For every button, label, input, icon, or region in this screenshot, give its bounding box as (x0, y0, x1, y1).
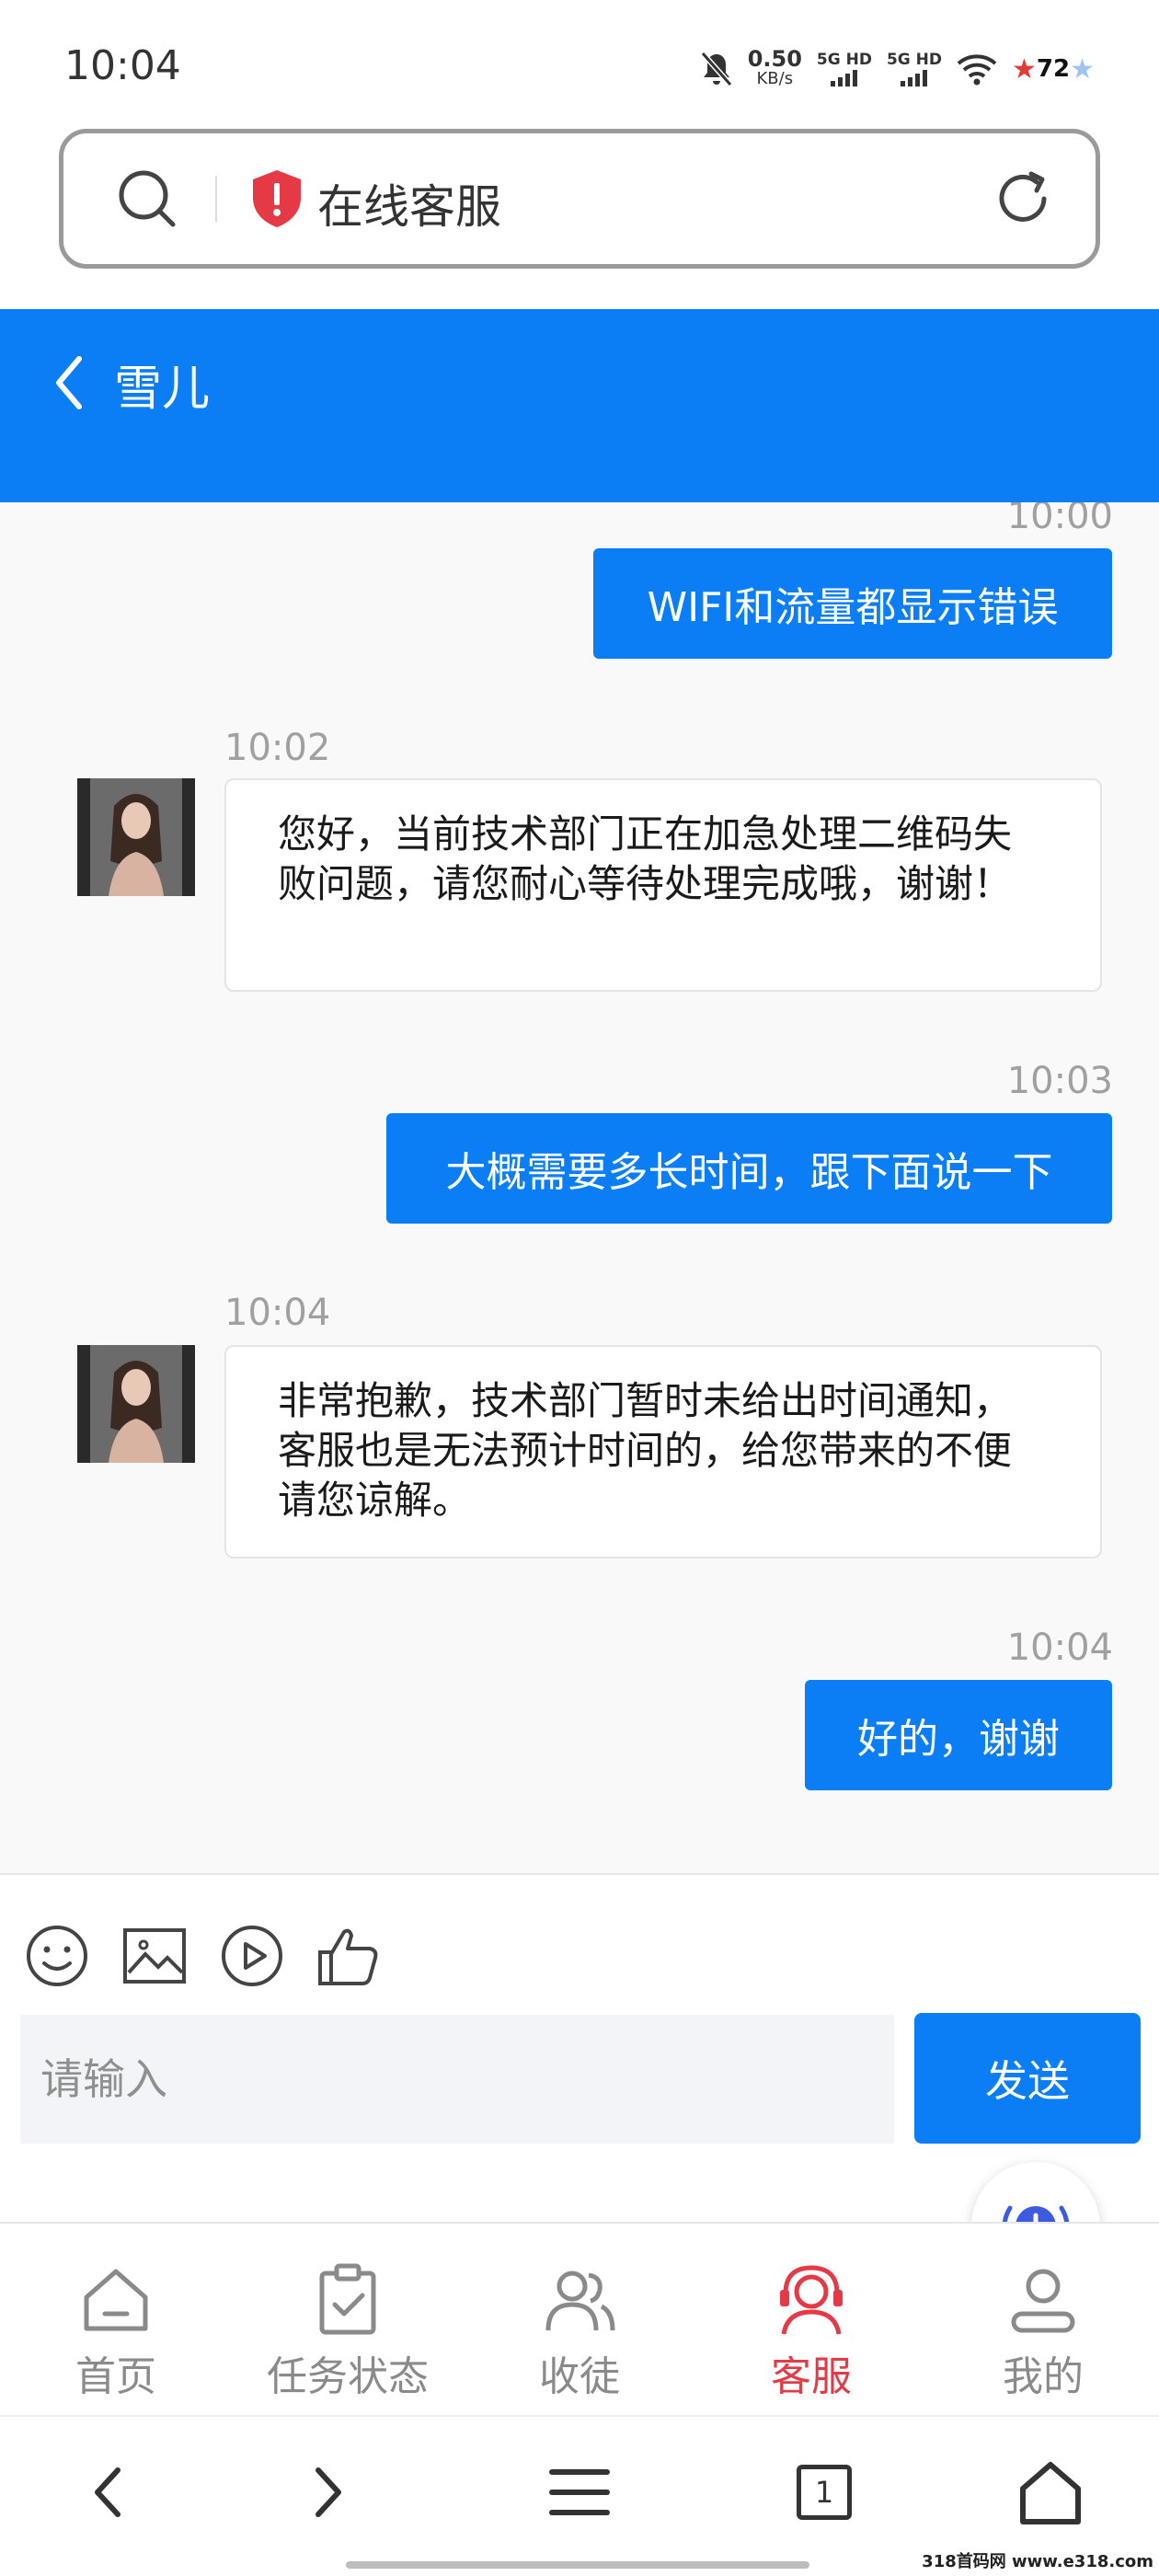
bottom-nav: 首页 任务状态 收徒 客服 我的 (0, 2222, 1159, 2415)
status-time: 10:04 (64, 42, 181, 89)
refresh-icon[interactable] (991, 167, 1055, 231)
speed-unit: KB/s (756, 69, 794, 88)
outgoing-message[interactable]: 大概需要多长时间，跟下面说一下 (386, 1113, 1112, 1224)
sim1-label: 5G HD (816, 51, 872, 69)
message-timestamp: 10:03 (1006, 1060, 1113, 1102)
nav-label: 首页 (75, 2353, 156, 2400)
battery-level: 72 (1036, 55, 1071, 83)
forward-icon[interactable] (293, 2457, 362, 2527)
sim1-signal: 5G HD (817, 52, 872, 86)
watermark: 318首码网 www.e318.com (922, 2552, 1153, 2571)
send-button[interactable]: 发送 (914, 2013, 1141, 2144)
nav-item-me[interactable]: 我的 (927, 2224, 1159, 2417)
sim2-label: 5G HD (886, 51, 942, 69)
agent-avatar[interactable] (77, 1345, 195, 1463)
tabs-button[interactable]: 1 (797, 2465, 852, 2520)
image-icon[interactable] (121, 1923, 188, 1989)
status-bar: 10:04 0.50 KB/s 5G HD 5G HD ★ 72 ★ (0, 0, 1159, 129)
message-timestamp: 10:02 (224, 727, 331, 769)
composer: 发送 (0, 1877, 1159, 2222)
incoming-message[interactable]: 您好，当前技术部门正在加急处理二维码失败问题，请您耐心等待处理完成哦，谢谢！ (224, 778, 1102, 992)
video-icon[interactable] (219, 1923, 285, 1989)
menu-icon[interactable] (545, 2457, 614, 2527)
wifi-icon (957, 54, 997, 86)
agent-avatar[interactable] (77, 778, 195, 896)
status-icons: 0.50 KB/s 5G HD 5G HD ★ 72 ★ (700, 46, 1095, 92)
thumbs-up-icon[interactable] (315, 1923, 381, 1989)
nav-label: 我的 (1003, 2353, 1084, 2400)
address-divider (215, 176, 217, 222)
profile-icon (1011, 2269, 1075, 2333)
back-arrow-icon[interactable] (48, 346, 88, 420)
tabs-count: 1 (814, 2475, 834, 2510)
nav-item-task-status[interactable]: 任务状态 (232, 2224, 464, 2417)
message-input[interactable] (20, 2015, 894, 2144)
outgoing-message[interactable]: WIFI和流量都显示错误 (593, 548, 1112, 659)
headset-icon (780, 2265, 843, 2335)
message-timestamp: 10:04 (1006, 1627, 1113, 1669)
nav-label: 客服 (771, 2353, 852, 2400)
message-timestamp: 10:04 (224, 1292, 331, 1334)
browser-address-bar[interactable]: 在线客服 (59, 129, 1100, 269)
message-list[interactable]: 10:00 WIFI和流量都显示错误 10:02 您好，当前技术部门正在加急处理… (0, 502, 1159, 1875)
battery-indicator: ★ 72 ★ (1012, 53, 1095, 86)
message-timestamp: 10:00 (1006, 502, 1113, 537)
muted-bell-icon (700, 52, 732, 86)
contact-name: 雪儿 (114, 362, 211, 417)
chat-header: 雪儿 (0, 309, 1159, 502)
nav-item-apprentice[interactable]: 收徒 (464, 2224, 695, 2417)
sim2-signal: 5G HD (887, 52, 942, 86)
nav-item-home[interactable]: 首页 (0, 2224, 232, 2417)
avatar-image (77, 1345, 195, 1463)
star-blue-icon: ★ (1070, 52, 1095, 86)
clipboard-check-icon (319, 2263, 376, 2335)
home-icon (84, 2269, 148, 2331)
star-red-icon: ★ (1012, 52, 1037, 86)
nav-item-customer-service[interactable]: 客服 (695, 2224, 927, 2417)
home-indicator[interactable] (346, 2561, 809, 2569)
search-icon[interactable] (115, 167, 179, 231)
signal-bars-icon (901, 68, 928, 86)
nav-label: 收徒 (539, 2353, 620, 2400)
incoming-message[interactable]: 非常抱歉，技术部门暂时未给出时间通知，客服也是无法预计时间的，给您带来的不便请您… (224, 1345, 1102, 1558)
nav-label: 任务状态 (267, 2353, 429, 2400)
shield-warning-icon[interactable] (249, 168, 304, 229)
back-icon[interactable] (74, 2457, 143, 2527)
emoji-icon[interactable] (24, 1923, 90, 1989)
home-nav-icon[interactable] (1016, 2457, 1085, 2527)
page-title[interactable]: 在线客服 (317, 170, 501, 236)
network-speed: 0.50 KB/s (747, 46, 802, 89)
avatar-image (77, 778, 195, 896)
signal-bars-icon (831, 68, 858, 86)
outgoing-message[interactable]: 好的，谢谢 (805, 1680, 1112, 1790)
users-icon (545, 2271, 615, 2331)
speed-value: 0.50 (747, 46, 802, 72)
